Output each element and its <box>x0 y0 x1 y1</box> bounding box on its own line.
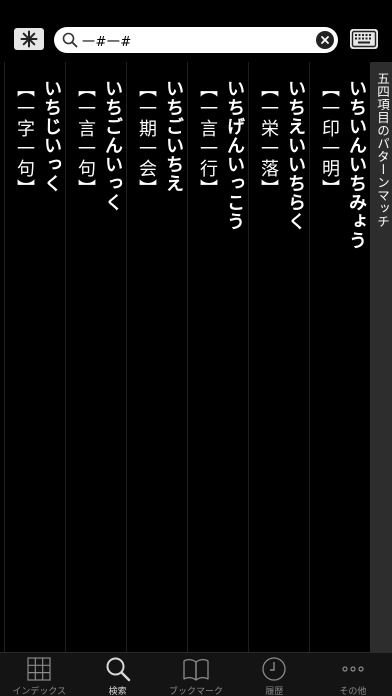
keyboard-button[interactable] <box>350 29 378 49</box>
tab-bookmark[interactable]: ブックマーク <box>157 653 235 696</box>
keyboard-icon <box>351 30 377 48</box>
tab-index[interactable]: インデックス <box>0 653 78 696</box>
more-icon <box>342 666 364 672</box>
book-icon <box>183 658 209 681</box>
result-kanji: 【一印一明】 <box>319 79 340 199</box>
search-icon <box>106 657 130 682</box>
result-kanji: 【一字一句】 <box>14 79 35 199</box>
clock-icon <box>262 657 287 681</box>
result-item[interactable]: いちじいっく 【一字一句】 <box>4 62 65 652</box>
result-reading: いちごいちえ <box>163 79 184 193</box>
result-reading: いちえいいちらく <box>285 79 306 231</box>
tab-label: 検索 <box>108 687 127 696</box>
result-kanji: 【一言一句】 <box>75 79 96 199</box>
close-icon <box>321 36 329 44</box>
tab-more[interactable]: その他 <box>314 653 392 696</box>
tab-label: インデックス <box>12 687 67 696</box>
result-reading: いちげんいっこう <box>224 79 245 231</box>
results-list: いちいんいちみょう 【一印一明】 いちえいいちらく 【一栄一落】 いちげんいっこ… <box>0 62 370 652</box>
result-reading: いちごんいっく <box>102 79 123 212</box>
search-input[interactable] <box>82 30 306 50</box>
result-item[interactable]: いちいんいちみょう 【一印一明】 <box>309 62 370 652</box>
search-field[interactable] <box>54 27 338 53</box>
tab-label: その他 <box>339 687 367 696</box>
tab-bar: インデックス 検索 ブックマーク 履歴 その他 <box>0 652 392 696</box>
tab-label: ブックマーク <box>169 687 224 696</box>
result-reading: いちじいっく <box>41 79 62 193</box>
result-item[interactable]: いちごいちえ 【一期一会】 <box>126 62 187 652</box>
result-kanji: 【一言一行】 <box>197 79 218 199</box>
result-item[interactable]: いちごんいっく 【一言一句】 <box>65 62 126 652</box>
top-bar <box>0 0 392 62</box>
result-kanji: 【一栄一落】 <box>258 79 279 199</box>
result-item[interactable]: いちげんいっこう 【一言一行】 <box>187 62 248 652</box>
wildcard-button[interactable] <box>14 28 44 50</box>
clear-search-button[interactable] <box>316 31 334 49</box>
match-mode-label: 五四項目のパターンマッチ <box>375 72 390 228</box>
tab-search[interactable]: 検索 <box>78 653 156 696</box>
grid-icon <box>27 657 51 681</box>
result-item[interactable]: いちえいいちらく 【一栄一落】 <box>248 62 309 652</box>
search-icon <box>62 32 78 48</box>
asterisk-icon <box>20 30 38 48</box>
result-kanji: 【一期一会】 <box>136 79 157 199</box>
tab-history[interactable]: 履歴 <box>235 653 313 696</box>
match-mode-tab[interactable]: 五四項目のパターンマッチ <box>370 62 392 652</box>
result-reading: いちいんいちみょう <box>346 79 367 250</box>
tab-label: 履歴 <box>265 687 284 696</box>
